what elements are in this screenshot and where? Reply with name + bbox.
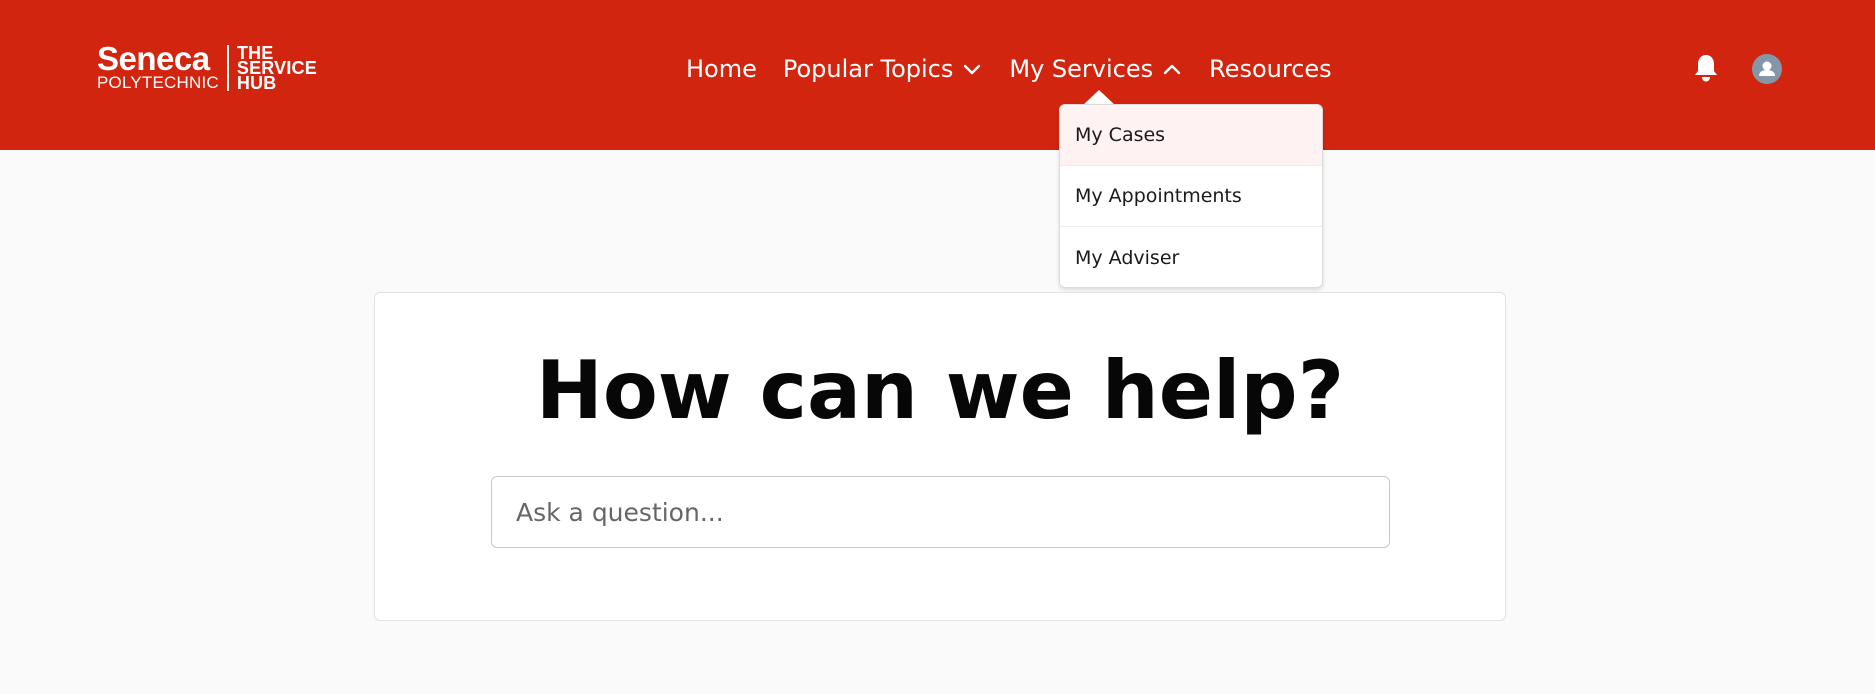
bell-icon[interactable] <box>1692 53 1720 83</box>
nav-item-label: My Services <box>1009 55 1154 83</box>
logo-service-hub: THE SERVICE HUB <box>236 44 317 93</box>
nav-item-resources[interactable]: Resources <box>1209 55 1332 83</box>
avatar-icon[interactable] <box>1752 54 1782 84</box>
logo-subtitle: POLYTECHNIC <box>97 73 219 92</box>
dropdown-item-my-cases[interactable]: My Cases <box>1060 105 1322 166</box>
logo-name: Seneca <box>97 40 210 77</box>
my-services-dropdown: My Cases My Appointments My Adviser <box>1059 104 1323 288</box>
nav-item-label: Home <box>686 55 757 83</box>
chevron-up-icon <box>1161 58 1183 80</box>
nav-item-label: Resources <box>1209 55 1332 83</box>
nav-item-my-services[interactable]: My Services <box>1009 55 1183 83</box>
dropdown-item-my-adviser[interactable]: My Adviser <box>1060 227 1322 288</box>
dropdown-item-my-appointments[interactable]: My Appointments <box>1060 166 1322 227</box>
search-input[interactable] <box>491 476 1390 548</box>
dropdown-caret <box>1083 90 1115 105</box>
chevron-down-icon <box>961 58 983 80</box>
nav-item-label: Popular Topics <box>782 55 954 83</box>
seneca-logo[interactable]: Seneca POLYTECHNIC THE SERVICE HUB <box>97 40 317 93</box>
help-search-card: How can we help? <box>374 292 1506 621</box>
main-nav: Home Popular Topics My Services Resource… <box>686 50 1332 88</box>
logo-wordmark: Seneca POLYTECHNIC <box>97 40 219 92</box>
nav-item-popular-topics[interactable]: Popular Topics <box>783 55 983 83</box>
site-header: Seneca POLYTECHNIC THE SERVICE HUB Home … <box>0 0 1875 150</box>
logo-divider <box>226 45 229 91</box>
logo-service-hub-line3: HUB <box>236 72 277 93</box>
nav-item-home[interactable]: Home <box>686 55 757 83</box>
page-title: How can we help? <box>535 344 1345 437</box>
